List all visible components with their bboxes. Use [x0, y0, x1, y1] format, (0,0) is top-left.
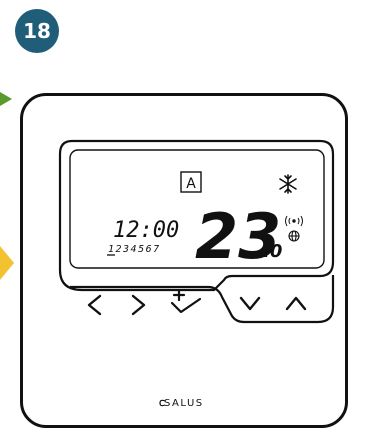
snowflake-icon [279, 174, 297, 194]
left-arrow-button[interactable] [87, 294, 102, 316]
right-arrow-button[interactable] [131, 294, 146, 316]
button-panel-frame [70, 275, 335, 324]
temperature-decimal: .0 [263, 241, 282, 262]
weekday-row: 1234567 [108, 244, 161, 255]
thermostat-front-panel: A 12:00 1234567 23 .0 [58, 139, 335, 407]
mode-indicator: A [186, 176, 196, 192]
globe-icon [288, 230, 300, 242]
clock-time: 12:00 [113, 218, 179, 243]
down-arrow-button[interactable] [239, 296, 261, 311]
up-arrow-button[interactable] [285, 296, 307, 311]
temperature-main: 23 [195, 200, 281, 273]
confirm-check-button[interactable] [170, 289, 202, 314]
signal-icon [285, 215, 303, 227]
brand-logo-text: SALUS [164, 398, 204, 409]
